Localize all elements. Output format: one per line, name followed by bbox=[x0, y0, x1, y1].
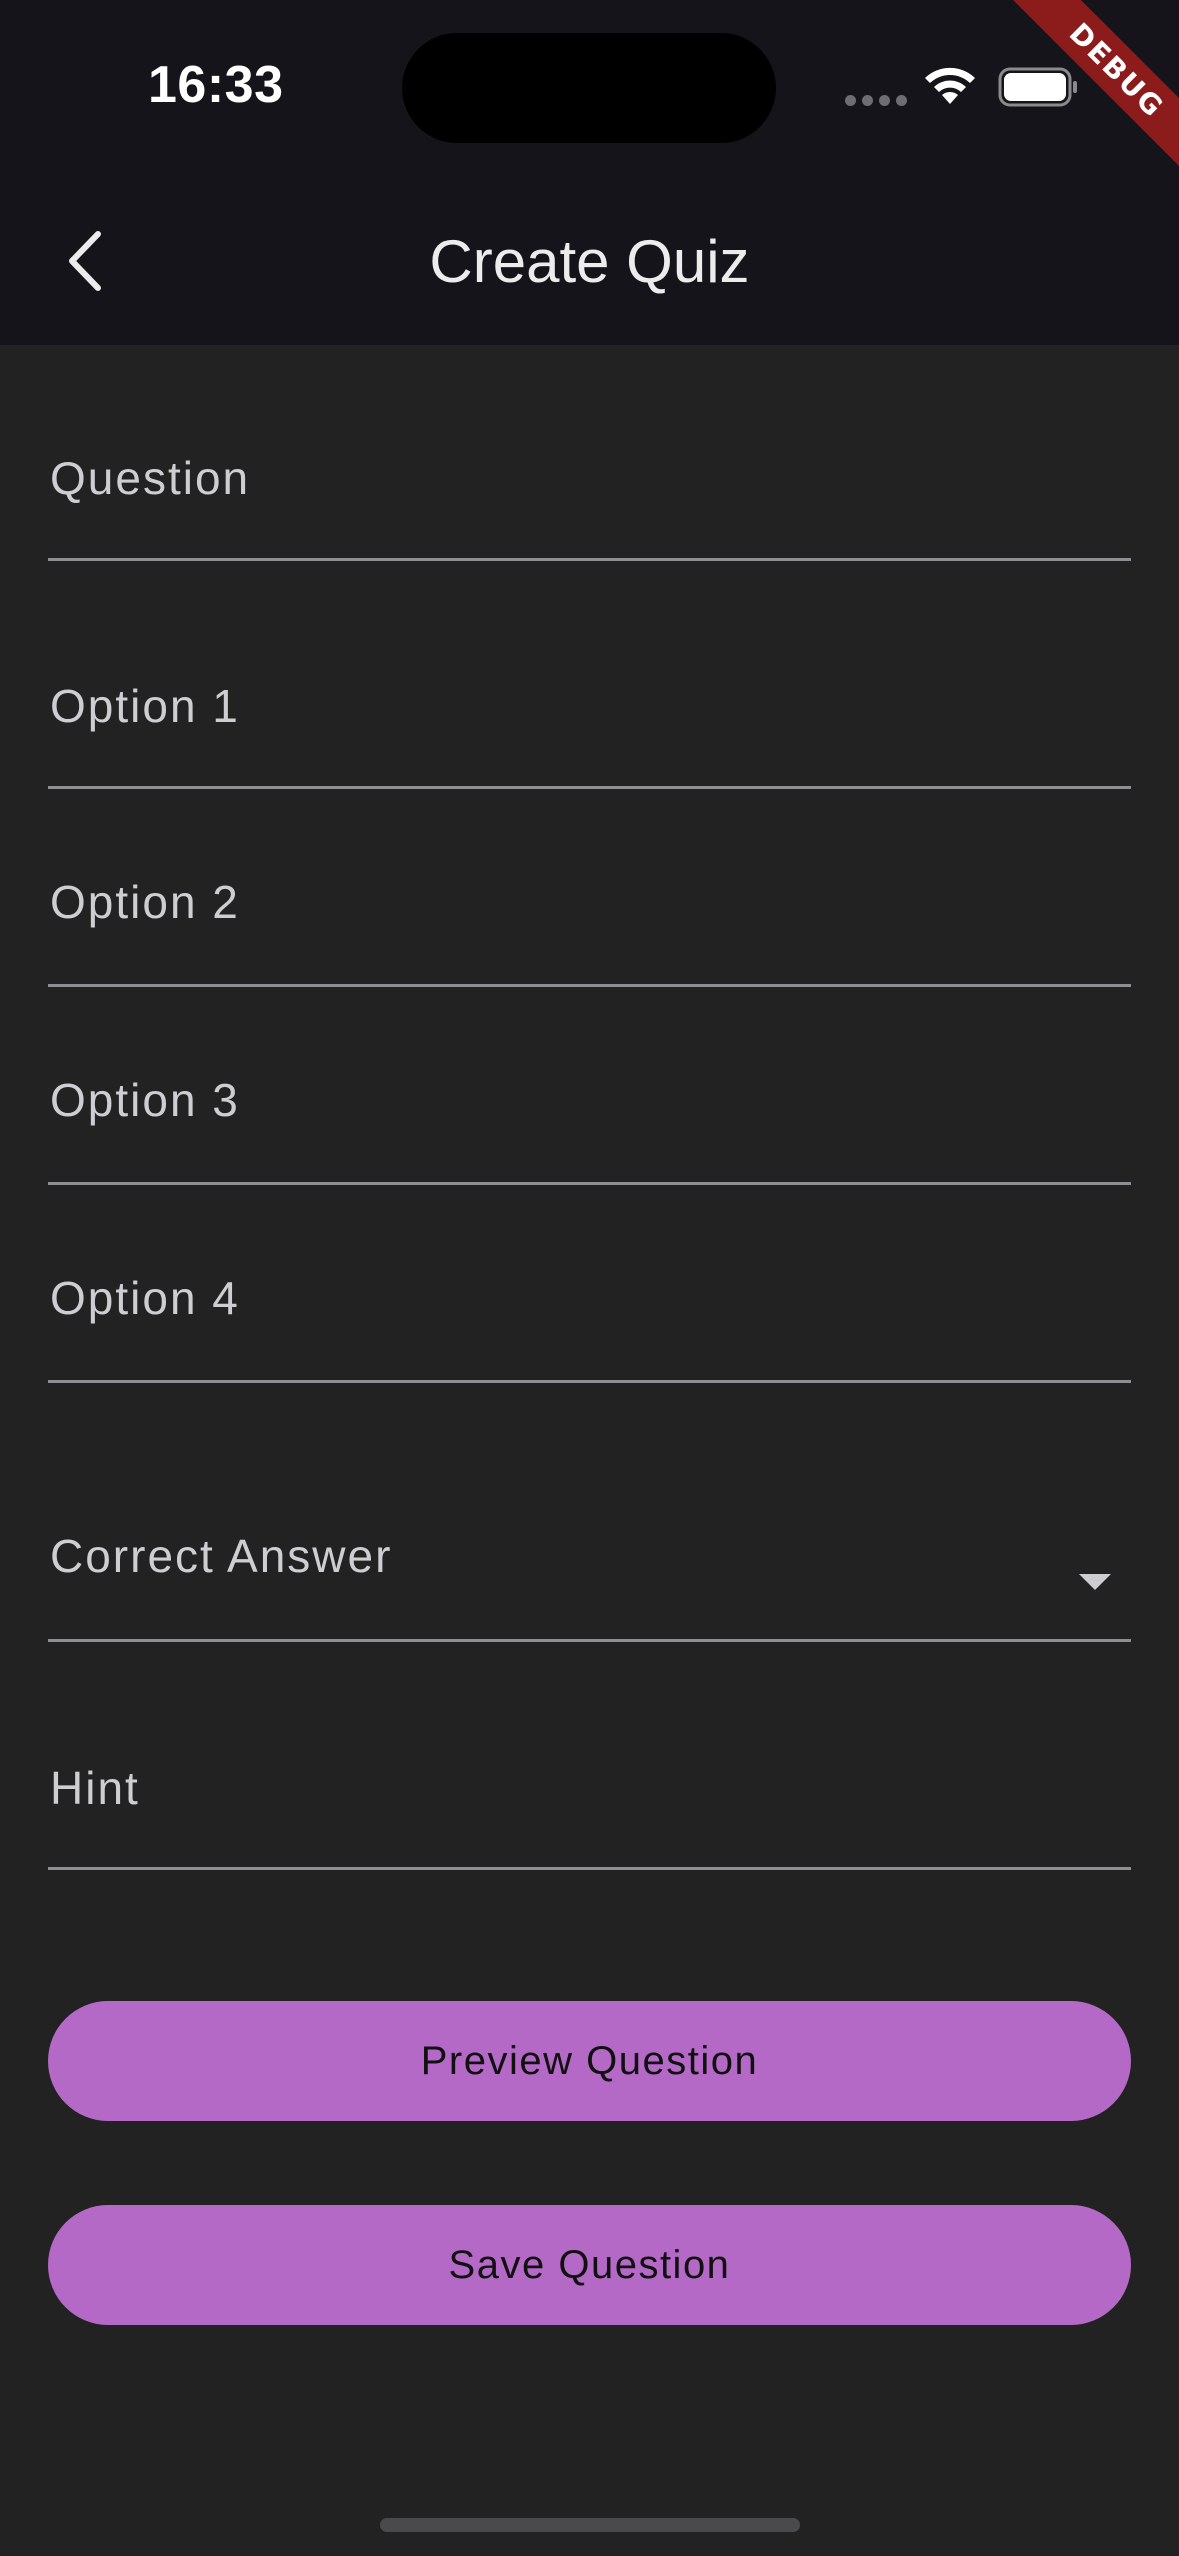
correct-answer-dropdown[interactable]: Correct Answer bbox=[48, 1470, 1131, 1642]
cellular-signal-icon bbox=[845, 95, 907, 106]
option-3-field[interactable]: Option 3 bbox=[48, 1028, 1131, 1185]
correct-answer-label: Correct Answer bbox=[50, 1530, 393, 1582]
page-title: Create Quiz bbox=[429, 228, 750, 295]
option-3-label: Option 3 bbox=[50, 1074, 240, 1126]
status-time: 16:33 bbox=[148, 56, 284, 114]
save-question-button[interactable]: Save Question bbox=[48, 2205, 1131, 2325]
option-4-field[interactable]: Option 4 bbox=[48, 1226, 1131, 1383]
dropdown-arrow-icon bbox=[1079, 1574, 1111, 1590]
wifi-icon bbox=[925, 67, 975, 104]
option-4-label: Option 4 bbox=[50, 1272, 240, 1324]
option-2-field[interactable]: Option 2 bbox=[48, 830, 1131, 987]
question-field[interactable]: Question bbox=[48, 400, 1131, 561]
question-label: Question bbox=[50, 452, 251, 504]
option-1-label: Option 1 bbox=[50, 680, 240, 732]
hint-field[interactable]: Hint bbox=[48, 1700, 1131, 1870]
option-2-label: Option 2 bbox=[50, 876, 240, 928]
dynamic-island bbox=[402, 33, 776, 143]
debug-banner: DEBUG bbox=[979, 0, 1179, 200]
debug-banner-label: DEBUG bbox=[993, 0, 1179, 194]
preview-question-button[interactable]: Preview Question bbox=[48, 2001, 1131, 2121]
app-bar: 16:33 DEBUG Create Quiz bbox=[0, 0, 1179, 345]
home-indicator bbox=[380, 2518, 800, 2532]
option-1-field[interactable]: Option 1 bbox=[48, 630, 1131, 789]
hint-label: Hint bbox=[50, 1762, 140, 1814]
